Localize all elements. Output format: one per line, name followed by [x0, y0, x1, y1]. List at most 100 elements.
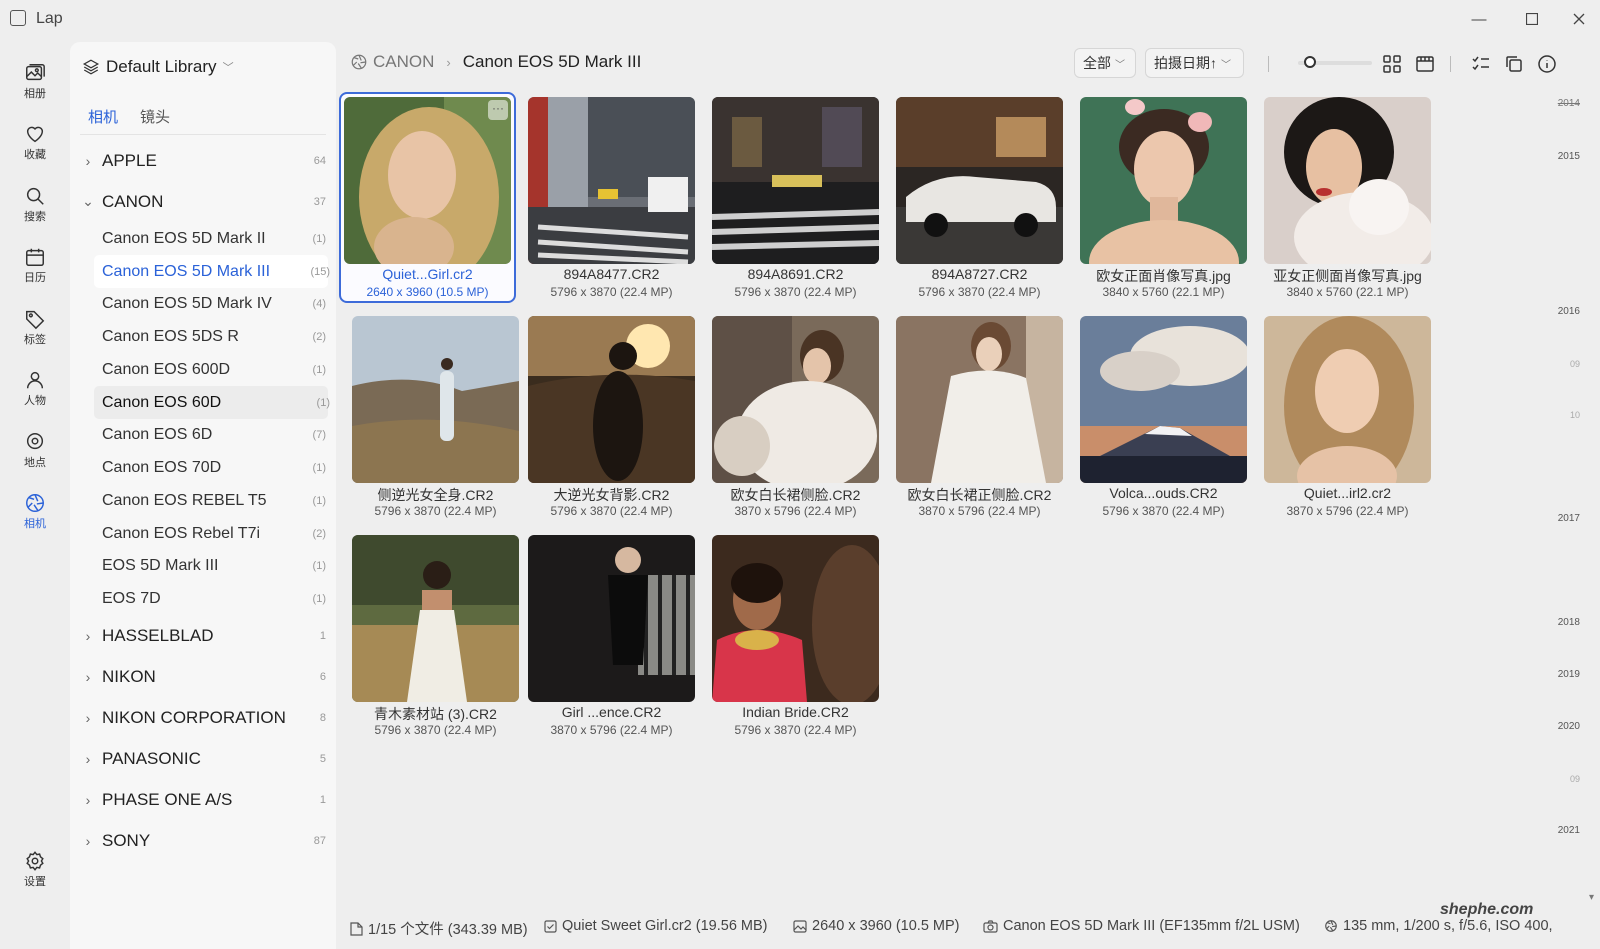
camera-icon [983, 919, 998, 933]
tree-item-sony[interactable]: › SONY 87 [70, 824, 336, 857]
grid-view-icon[interactable] [1382, 54, 1402, 74]
info-icon[interactable] [1537, 54, 1557, 74]
rail-label: 人物 [24, 395, 46, 407]
library-selector[interactable]: Default Library ﹀ [82, 54, 234, 80]
tree-item-eos-5d-mark-ii[interactable]: Canon EOS 5D Mark II (1) [70, 222, 336, 255]
photo-card[interactable]: 大逆光女背影.CR2 5796 x 3870 (22.4 MP) [512, 311, 696, 521]
tree-item-panasonic[interactable]: › PANASONIC 5 [70, 742, 336, 775]
status-exif: 135 mm, 1/200 s, f/5.6, ISO 400, [1324, 918, 1553, 934]
timeline-label[interactable]: 2019 [1558, 669, 1580, 680]
tree-item-apple[interactable]: › APPLE 64 [70, 144, 336, 177]
photo-card[interactable]: Volca...ouds.CR2 5796 x 3870 (22.4 MP) [1064, 311, 1248, 521]
layers-icon [82, 59, 100, 75]
photo-card[interactable]: Girl ...ence.CR2 3870 x 5796 (22.4 MP) [512, 530, 696, 740]
rail-item-search[interactable]: 搜索 [0, 182, 70, 240]
photo-grid: ··· Quiet...Girl.cr2 2640 x 3960 (10.5 M… [336, 92, 1516, 897]
timeline-scrubber[interactable]: 2014 2015 2016 09 10 2017 2018 2019 2020… [1530, 92, 1600, 912]
minimize-button[interactable]: — [1469, 9, 1489, 29]
rail-label: 相机 [24, 518, 46, 530]
photo-card[interactable]: 欧女白长裙侧脸.CR2 3870 x 5796 (22.4 MP) [696, 311, 880, 521]
sort-dropdown[interactable]: 拍摄日期↑ ﹀ [1145, 48, 1244, 78]
filmstrip-view-icon[interactable] [1415, 54, 1435, 74]
photo-thumbnail [352, 316, 519, 483]
timeline-label[interactable]: 2017 [1558, 513, 1580, 524]
timeline-label[interactable]: 2020 [1558, 721, 1580, 732]
photo-card[interactable]: Quiet...irl2.cr2 3870 x 5796 (22.4 MP) [1248, 311, 1432, 521]
checkbox-icon [544, 919, 557, 933]
chevron-right-icon: › [85, 152, 91, 169]
tab-lenses[interactable]: 镜头 [140, 106, 170, 127]
photo-card[interactable]: 侧逆光女全身.CR2 5796 x 3870 (22.4 MP) [336, 311, 520, 521]
tree-item-eos-6d[interactable]: Canon EOS 6D (7) [70, 418, 336, 451]
photo-thumbnail [712, 97, 879, 264]
copy-icon[interactable] [1504, 54, 1524, 74]
thumbnail-size-slider[interactable] [1298, 56, 1372, 70]
status-camera: Canon EOS 5D Mark III (EF135mm f/2L USM) [983, 918, 1300, 934]
photo-thumbnail [1264, 97, 1431, 264]
filter-dropdown[interactable]: 全部 ﹀ [1074, 48, 1136, 78]
tree-item-nikon[interactable]: › NIKON 6 [70, 660, 336, 693]
slider-handle[interactable] [1304, 56, 1317, 68]
photo-thumbnail [528, 316, 695, 483]
rail-item-tags[interactable]: 标签 [0, 305, 70, 363]
photo-thumbnail [344, 97, 511, 264]
rail-item-people[interactable]: 人物 [0, 366, 70, 424]
tree-item-nikon-corporation[interactable]: › NIKON CORPORATION 8 [70, 701, 336, 734]
breadcrumb-current: Canon EOS 5D Mark III [462, 52, 642, 71]
photo-card[interactable]: Indian Bride.CR2 5796 x 3870 (22.4 MP) [696, 530, 880, 740]
rail-item-places[interactable]: 地点 [0, 428, 70, 486]
chevron-right-icon: › [85, 750, 91, 767]
tree-item-phase-one[interactable]: › PHASE ONE A/S 1 [70, 783, 336, 816]
photo-card[interactable]: 欧女白长裙正侧脸.CR2 3870 x 5796 (22.4 MP) [880, 311, 1064, 521]
scroll-down-icon[interactable]: ▾ [1589, 892, 1594, 903]
timeline-label[interactable]: 09 [1570, 774, 1580, 784]
sidebar-tabs: 相机 镜头 [88, 106, 170, 127]
tree-item-hasselblad[interactable]: › HASSELBLAD 1 [70, 619, 336, 652]
photo-card[interactable]: 894A8727.CR2 5796 x 3870 (22.4 MP) [880, 92, 1064, 302]
photo-card[interactable]: 青木素材站 (3).CR2 5796 x 3870 (22.4 MP) [336, 530, 520, 740]
photo-card[interactable]: ··· Quiet...Girl.cr2 2640 x 3960 (10.5 M… [339, 92, 516, 303]
photo-card[interactable]: 894A8477.CR2 5796 x 3870 (22.4 MP) [512, 92, 696, 302]
photo-thumbnail [1264, 316, 1431, 483]
location-pin-icon [26, 433, 44, 450]
timeline-label[interactable]: 09 [1570, 359, 1580, 369]
tree-item-canon[interactable]: ⌄ CANON 37 [70, 185, 336, 218]
timeline-label[interactable]: 2015 [1558, 151, 1580, 162]
timeline-label[interactable]: 2018 [1558, 617, 1580, 628]
photo-thumbnail [1080, 316, 1247, 483]
tree-item-eos-rebel-t7i[interactable]: Canon EOS Rebel T7i (2) [70, 517, 336, 550]
tree-item-eos-5d-mark-iii[interactable]: Canon EOS 5D Mark III (15) [94, 255, 330, 288]
tree-item-eos-rebel-t5[interactable]: Canon EOS REBEL T5 (1) [70, 484, 336, 517]
rail-item-settings[interactable]: 设置 [0, 847, 70, 905]
maximize-button[interactable] [1522, 9, 1542, 29]
tree-item-eos-60d[interactable]: Canon EOS 60D (1) [94, 386, 330, 419]
tree-item-eos-7d[interactable]: EOS 7D (1) [70, 582, 336, 615]
tree-item-eos-5d-mark-iii-alt[interactable]: EOS 5D Mark III (1) [70, 549, 336, 582]
timeline-label[interactable]: 10 [1570, 410, 1580, 420]
close-button[interactable] [1569, 9, 1589, 29]
more-options-icon[interactable]: ··· [488, 100, 508, 120]
tab-cameras[interactable]: 相机 [88, 106, 118, 127]
tree-item-eos-70d[interactable]: Canon EOS 70D (1) [70, 451, 336, 484]
watermark: shephe.com [1440, 901, 1534, 918]
photo-card[interactable]: 894A8691.CR2 5796 x 3870 (22.4 MP) [696, 92, 880, 302]
rail-label: 收藏 [24, 149, 46, 161]
photo-card[interactable]: 欧女正面肖像写真.jpg 3840 x 5760 (22.1 MP) [1064, 92, 1248, 302]
photo-card[interactable]: 亚女正侧面肖像写真.jpg 3840 x 5760 (22.1 MP) [1248, 92, 1432, 302]
breadcrumb-root[interactable]: CANON [350, 52, 434, 72]
breadcrumb: CANON › Canon EOS 5D Mark III [350, 52, 641, 72]
search-icon [26, 187, 44, 205]
tree-item-eos-5d-mark-iv[interactable]: Canon EOS 5D Mark IV (4) [70, 287, 336, 320]
rail-item-calendar[interactable]: 日历 [0, 243, 70, 301]
sidebar: Default Library ﹀ 相机 镜头 › APPLE 64 ⌄ CAN… [70, 42, 336, 949]
timeline-label[interactable]: 2016 [1558, 306, 1580, 317]
close-icon [1573, 13, 1585, 25]
rail-item-cameras[interactable]: 相机 [0, 489, 70, 547]
rail-item-albums[interactable]: 相册 [0, 59, 70, 117]
tree-item-eos-5ds-r[interactable]: Canon EOS 5DS R (2) [70, 320, 336, 353]
timeline-label[interactable]: 2014 [1558, 98, 1580, 109]
multi-select-icon[interactable] [1471, 54, 1491, 74]
rail-item-favorites[interactable]: 收藏 [0, 120, 70, 178]
timeline-label[interactable]: 2021 [1558, 825, 1580, 836]
tree-item-eos-600d[interactable]: Canon EOS 600D (1) [70, 353, 336, 386]
